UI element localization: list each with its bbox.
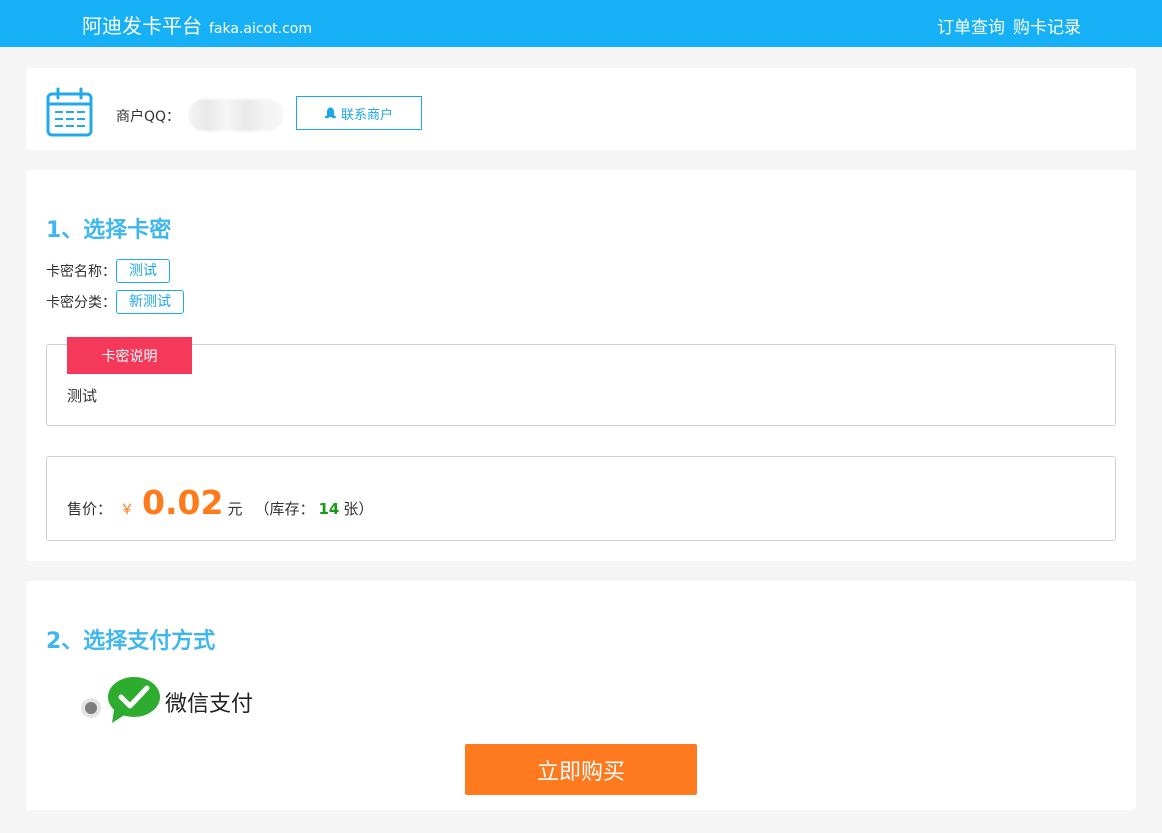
merchant-qq-value-redacted xyxy=(188,99,284,131)
card-category-label: 卡密分类： xyxy=(46,295,116,311)
price-line: 售价： ￥ 0.02 元 （库存： 14 张） xyxy=(67,483,373,522)
section-title-select-card: 1、选择卡密 xyxy=(46,218,172,243)
top-nav: 订单查询 购卡记录 xyxy=(937,13,1081,38)
card-name-label: 卡密名称： xyxy=(46,264,116,280)
merchant-qq-label: 商户QQ： xyxy=(116,109,181,125)
qq-penguin-icon xyxy=(324,107,336,119)
card-category-tag[interactable]: 新测试 xyxy=(116,290,184,314)
merchant-card: 商户QQ： 联系商户 xyxy=(26,68,1136,150)
brand-name[interactable]: 阿迪发卡平台 xyxy=(82,10,202,39)
price-unit: 元 xyxy=(227,500,243,518)
stock-count: 14 xyxy=(318,500,340,518)
price-value: 0.02 xyxy=(142,483,224,522)
brand[interactable]: 阿迪发卡平台 faka.aicot.com xyxy=(82,10,312,39)
card-name-tag[interactable]: 测试 xyxy=(116,259,170,283)
wechat-pay-radio[interactable] xyxy=(81,698,101,718)
top-bar: 阿迪发卡平台 faka.aicot.com 订单查询 购卡记录 xyxy=(0,0,1162,47)
section-title-payment: 2、选择支付方式 xyxy=(46,629,216,654)
calendar-icon xyxy=(46,87,93,137)
contact-merchant-button[interactable]: 联系商户 xyxy=(296,96,422,130)
stock-suffix: 张） xyxy=(343,500,374,518)
buy-now-button[interactable]: 立即购买 xyxy=(465,744,697,795)
description-box: 卡密说明 测试 xyxy=(46,337,1116,426)
description-text: 测试 xyxy=(67,387,98,405)
card-category-field: 卡密分类： 新测试 xyxy=(46,290,184,314)
nav-purchase-records[interactable]: 购卡记录 xyxy=(1013,13,1081,38)
payment-section: 2、选择支付方式 微信支付 立即购买 xyxy=(26,581,1136,810)
select-card-section: 1、选择卡密 卡密名称： 测试 卡密分类： 新测试 卡密说明 测试 售价： ￥ … xyxy=(26,170,1136,561)
card-name-field: 卡密名称： 测试 xyxy=(46,259,170,283)
nav-order-query[interactable]: 订单查询 xyxy=(937,13,1005,38)
brand-domain: faka.aicot.com xyxy=(209,21,312,37)
price-label: 售价： xyxy=(67,500,113,518)
stock-prefix: （库存： xyxy=(254,500,315,518)
wechat-icon[interactable] xyxy=(106,676,162,724)
contact-merchant-label: 联系商户 xyxy=(340,107,393,123)
currency-symbol: ￥ xyxy=(120,502,135,518)
price-box: 售价： ￥ 0.02 元 （库存： 14 张） xyxy=(46,456,1116,541)
wechat-pay-label[interactable]: 微信支付 xyxy=(165,686,253,718)
description-tab: 卡密说明 xyxy=(67,337,192,374)
